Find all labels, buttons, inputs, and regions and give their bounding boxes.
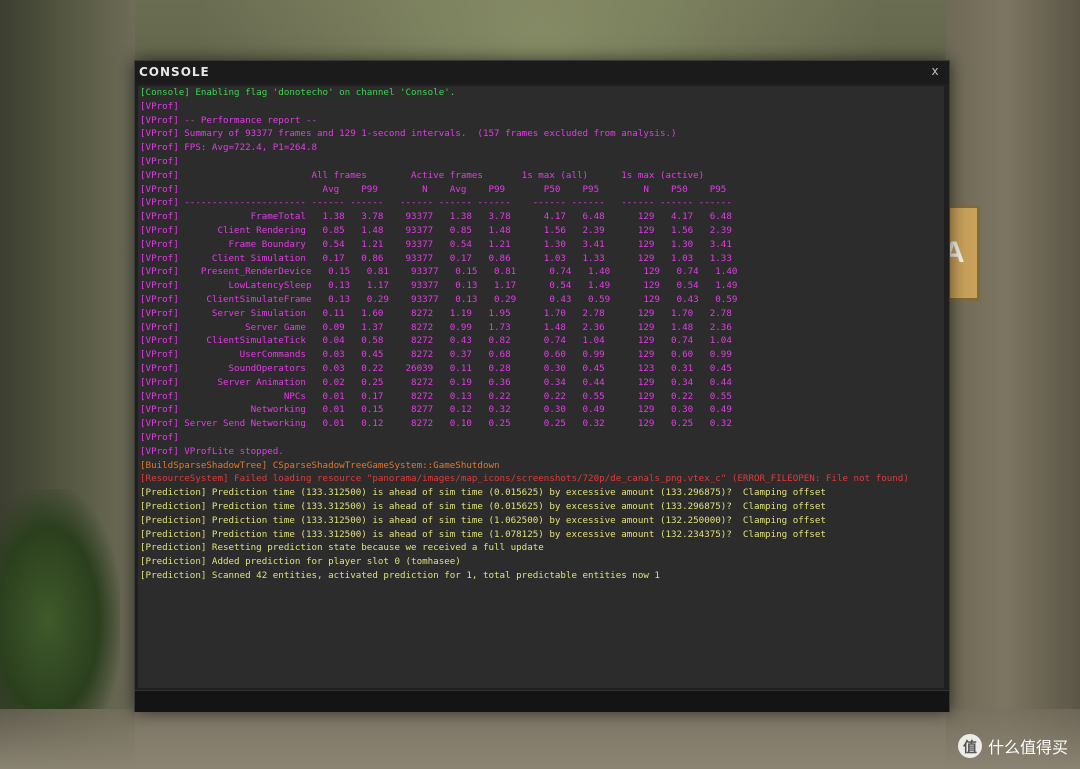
console-line: [VProf] Server Animation 0.02 0.25 8272 …	[140, 376, 732, 388]
command-input[interactable]	[138, 693, 948, 710]
console-line: [VProf] UserCommands 0.03 0.45 8272 0.37…	[140, 349, 732, 361]
watermark-logo-icon: 值	[957, 734, 982, 758]
background-right-scene: A	[934, 0, 1080, 769]
console-line: [VProf] FPS: Avg=722.4, P1=264.8	[140, 142, 318, 154]
console-line: [Console] Enabling flag 'donotecho' on c…	[140, 87, 456, 98]
console-line: [Prediction] Scanned 42 entities, activa…	[140, 569, 660, 581]
console-line: [VProf] Summary of 93377 frames and 129 …	[140, 128, 677, 140]
console-line: [VProf] Frame Boundary 0.54 1.21 93377 0…	[140, 238, 732, 250]
console-line: [VProf] All frames Active frames 1s max …	[140, 169, 705, 181]
console-titlebar[interactable]: CONSOLE x	[135, 61, 949, 84]
console-line: [ResourceSystem] Failed loading resource…	[140, 473, 909, 485]
console-line: [Prediction] Prediction time (133.312500…	[140, 514, 826, 526]
console-line: [Prediction] Prediction time (133.312500…	[140, 528, 826, 540]
console-line: [VProf] VProfLite stopped.	[140, 445, 284, 457]
watermark: 值 什么值得买	[957, 733, 1068, 759]
console-line: [VProf] Client Rendering 0.85 1.48 93377…	[140, 224, 732, 236]
console-line: [VProf] LowLatencySleep 0.13 1.17 93377 …	[140, 280, 738, 292]
watermark-logo-char: 值	[962, 740, 977, 756]
console-line: [VProf]	[140, 155, 179, 167]
console-line: [VProf] NPCs 0.01 0.17 8272 0.13 0.22 0.…	[140, 390, 732, 402]
console-line: [Prediction] Prediction time (133.312500…	[140, 500, 826, 512]
console-line: [VProf] FrameTotal 1.38 3.78 93377 1.38 …	[140, 211, 732, 223]
console-line: [VProf] Server Send Networking 0.01 0.12…	[140, 418, 732, 430]
console-line: [Prediction] Prediction time (133.312500…	[140, 487, 826, 499]
console-window: CONSOLE x [Console] Enabling flag 'donot…	[134, 60, 950, 712]
background-plant	[0, 489, 120, 709]
console-log[interactable]: [Console] Enabling flag 'donotecho' on c…	[138, 86, 944, 688]
console-line: [VProf]	[140, 100, 179, 112]
console-title: CONSOLE	[139, 65, 210, 79]
close-icon[interactable]: x	[928, 64, 942, 80]
background-left-scene	[0, 0, 135, 769]
console-line: [VProf] ClientSimulateTick 0.04 0.58 827…	[140, 335, 732, 347]
console-line: [VProf] ClientSimulateFrame 0.13 0.29 93…	[140, 293, 738, 305]
console-line: [VProf] ---------------------- ------ --…	[140, 197, 732, 209]
console-line: [VProf] Server Simulation 0.11 1.60 8272…	[140, 307, 732, 319]
console-line: [VProf] SoundOperators 0.03 0.22 26039 0…	[140, 362, 732, 374]
console-line: [VProf] Networking 0.01 0.15 8277 0.12 0…	[140, 404, 732, 416]
console-line: [VProf] -- Performance report --	[140, 114, 318, 126]
console-line: [BuildSparseShadowTree] CSparseShadowTre…	[140, 459, 500, 471]
console-line: [Prediction] Added prediction for player…	[140, 556, 461, 568]
background-ground	[0, 709, 1080, 769]
console-line: [VProf] Server Game 0.09 1.37 8272 0.99 …	[140, 321, 732, 333]
console-line: [VProf]	[140, 431, 179, 443]
watermark-text: 什么值得买	[987, 738, 1068, 757]
console-line: [VProf] Avg P99 N Avg P99 P50 P95 N P50 …	[140, 183, 727, 195]
console-line: [VProf] Present_RenderDevice 0.15 0.81 9…	[140, 266, 738, 278]
console-input-bar	[135, 690, 949, 712]
console-line: [Prediction] Resetting prediction state …	[140, 542, 544, 554]
console-line: [VProf] Client Simulation 0.17 0.86 9337…	[140, 252, 732, 264]
